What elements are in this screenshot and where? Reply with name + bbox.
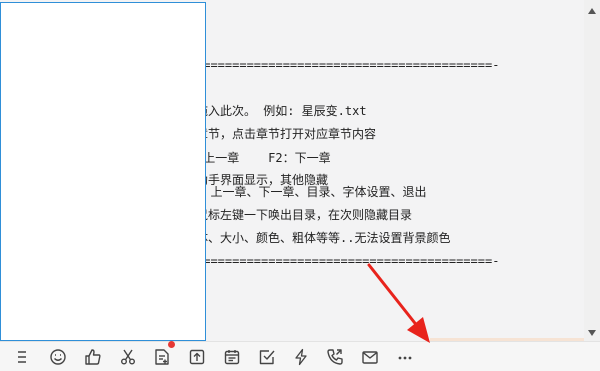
lightning-icon[interactable] <box>291 347 311 367</box>
text-line: 拖入此次。 例如: 星辰变.txt <box>196 104 367 118</box>
text-line: 章节，点击章节打开对应章节内容 <box>196 127 377 141</box>
scroll-down-arrow-icon[interactable] <box>588 330 596 336</box>
checkbox-icon[interactable] <box>257 347 277 367</box>
more-icon[interactable] <box>395 347 415 367</box>
text-line: 体、大小、颜色、粗体等等..无法设置背景颜色 <box>196 231 451 245</box>
vertical-scrollbar[interactable] <box>584 0 600 341</box>
separator-line-bottom: ========================================… <box>196 254 500 268</box>
mail-icon[interactable] <box>360 347 380 367</box>
reader-panel[interactable] <box>0 2 206 341</box>
calendar-icon[interactable] <box>222 347 242 367</box>
phone-icon[interactable] <box>325 347 345 367</box>
text-line: 鼠标左键一下唤出目录，在次则隐藏目录 <box>196 208 413 222</box>
upload-icon[interactable] <box>187 347 207 367</box>
bottom-toolbar <box>0 341 600 371</box>
text-line: 上一章 F2：下一章 <box>196 151 331 165</box>
add-document-icon[interactable] <box>152 347 172 367</box>
scissors-icon[interactable] <box>118 347 138 367</box>
scroll-up-arrow-icon[interactable] <box>588 8 596 14</box>
thumbs-up-icon[interactable] <box>83 347 103 367</box>
emoji-icon[interactable] <box>48 347 68 367</box>
text-line: : 上一章、下一章、目录、字体设置、退出 <box>196 185 427 199</box>
menu-icon[interactable] <box>12 347 32 367</box>
separator-line-top: ========================================… <box>196 58 500 72</box>
notification-dot <box>168 341 175 348</box>
